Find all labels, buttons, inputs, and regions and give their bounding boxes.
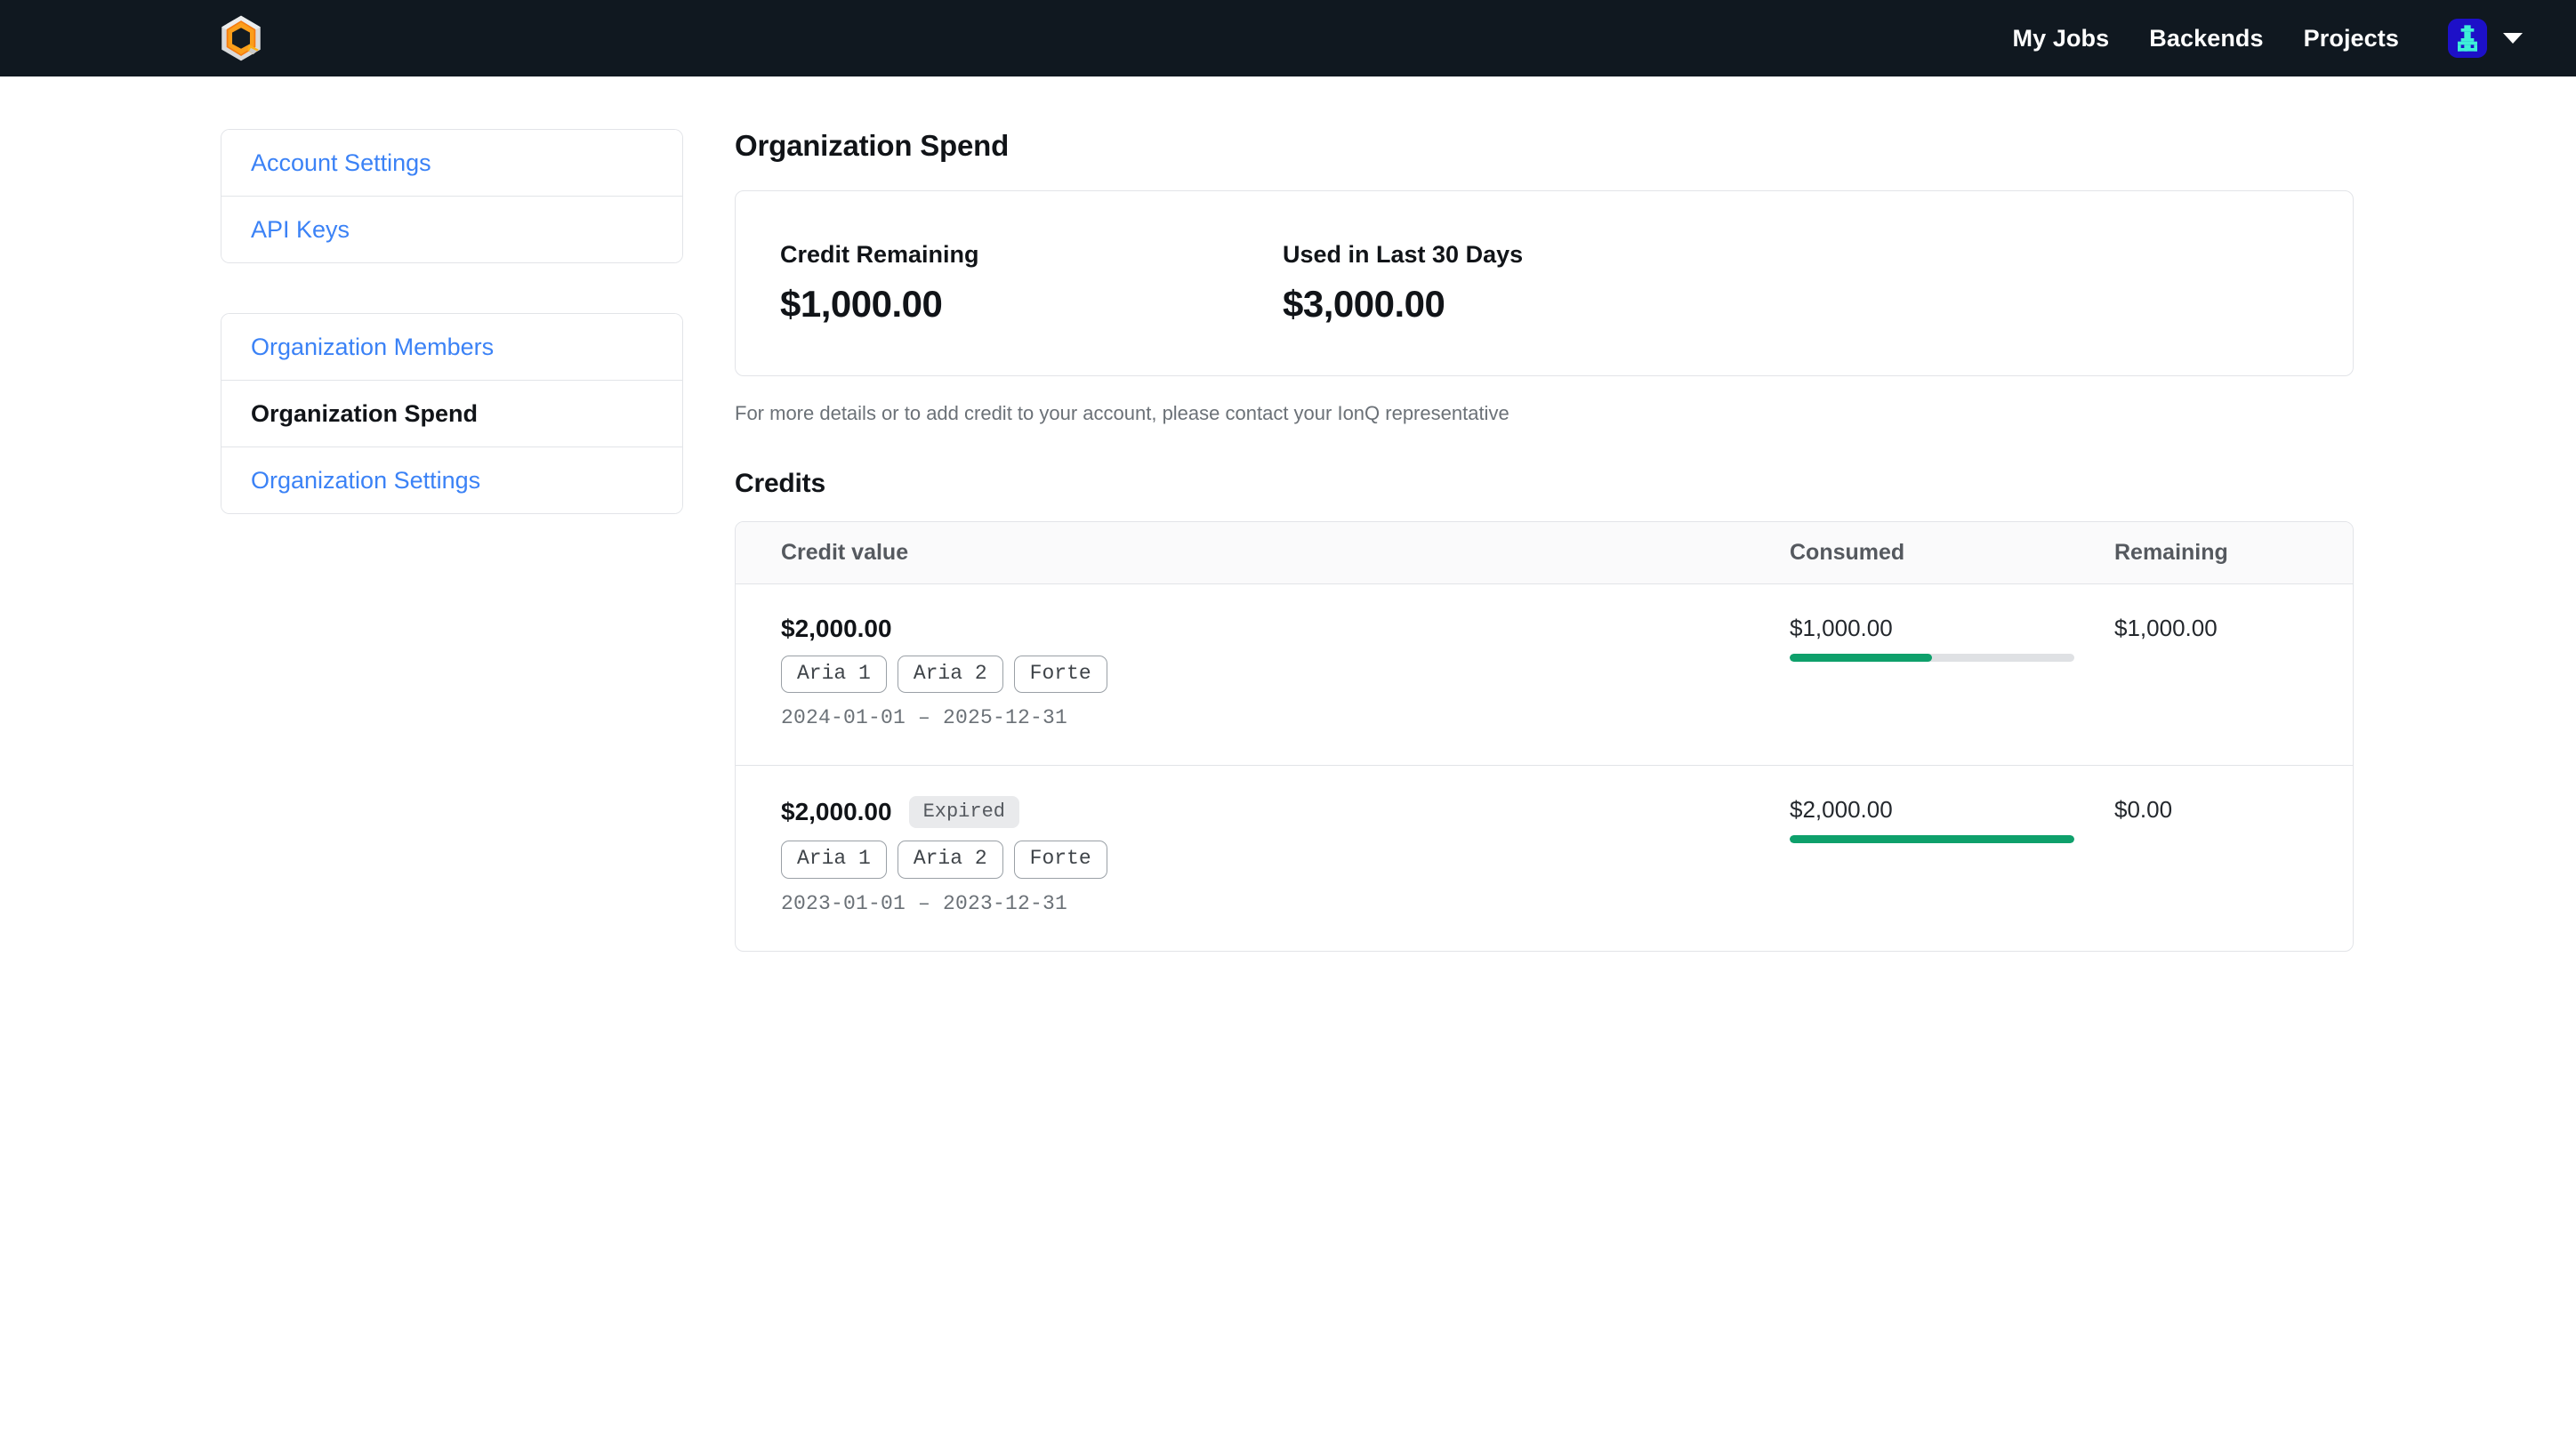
- table-row: $2,000.00 Aria 1 Aria 2 Forte 2024-01-01…: [736, 584, 2353, 767]
- sidebar-item-organization-spend[interactable]: Organization Spend: [221, 381, 682, 447]
- consumption-progress-fill: [1790, 835, 2074, 844]
- consumption-progress-bar: [1790, 835, 2074, 844]
- chevron-down-icon[interactable]: [2503, 33, 2523, 44]
- consumed-amount: $1,000.00: [1790, 615, 1893, 641]
- sidebar-item-organization-members[interactable]: Organization Members: [221, 314, 682, 381]
- credit-amount: $2,000.00: [781, 615, 892, 642]
- device-badge: Aria 2: [897, 656, 1003, 694]
- consumed-amount: $2,000.00: [1790, 796, 1893, 824]
- consumption-progress-fill: [1790, 654, 1932, 662]
- credits-table: Credit value Consumed Remaining $2,000.0…: [735, 521, 2354, 952]
- sidebar-item-organization-settings[interactable]: Organization Settings: [221, 447, 682, 513]
- nav-link-backends[interactable]: Backends: [2149, 25, 2263, 52]
- consumed-cell: $1,000.00: [1790, 615, 2114, 729]
- credits-section-title: Credits: [735, 469, 825, 498]
- nav-link-projects[interactable]: Projects: [2304, 25, 2399, 52]
- credit-remaining-stat: Credit Remaining $1,000.00: [780, 241, 1283, 326]
- consumption-progress-bar: [1790, 654, 2074, 662]
- used-last-30-days-label: Used in Last 30 Days: [1283, 241, 1524, 268]
- credit-date-range: 2023-01-01 – 2023-12-31: [781, 891, 1068, 915]
- remaining-cell: $0.00: [2114, 796, 2353, 914]
- device-badge: Aria 1: [781, 656, 887, 694]
- credit-value-cell: $2,000.00 Expired Aria 1 Aria 2 Forte 20…: [736, 796, 1790, 915]
- credit-value-cell: $2,000.00 Aria 1 Aria 2 Forte 2024-01-01…: [736, 615, 1790, 729]
- credit-amount: $2,000.00: [781, 798, 892, 826]
- credit-amount-row: $2,000.00: [781, 615, 1790, 643]
- device-badge-list: Aria 1 Aria 2 Forte: [781, 841, 1790, 879]
- consumed-cell: $2,000.00: [1790, 796, 2114, 914]
- navbar-right-group: My Jobs Backends Projects: [2013, 19, 2523, 58]
- credit-amount-row: $2,000.00 Expired: [781, 796, 1790, 829]
- device-badge: Aria 1: [781, 841, 887, 879]
- page-body: Account Settings API Keys Organization M…: [0, 76, 2576, 952]
- remaining-amount: $1,000.00: [2114, 615, 2218, 641]
- top-navbar: My Jobs Backends Projects: [0, 0, 2576, 76]
- page-title: Organization Spend: [735, 129, 1010, 162]
- used-last-30-days-value: $3,000.00: [1283, 283, 1445, 325]
- used-last-30-days-stat: Used in Last 30 Days $3,000.00: [1283, 241, 1785, 326]
- remaining-cell: $1,000.00: [2114, 615, 2353, 729]
- device-badge: Aria 2: [897, 841, 1003, 879]
- ionq-logo[interactable]: [213, 11, 269, 66]
- credit-remaining-value: $1,000.00: [780, 283, 943, 325]
- device-badge-list: Aria 1 Aria 2 Forte: [781, 656, 1790, 694]
- credit-date-range: 2024-01-01 – 2025-12-31: [781, 706, 1068, 730]
- column-header-remaining: Remaining: [2114, 540, 2228, 565]
- table-row: $2,000.00 Expired Aria 1 Aria 2 Forte 20…: [736, 766, 2353, 950]
- settings-sidebar: Account Settings API Keys Organization M…: [221, 129, 683, 952]
- credit-remaining-label: Credit Remaining: [780, 241, 979, 268]
- device-badge: Forte: [1013, 841, 1107, 879]
- ionq-logo-icon: [221, 15, 261, 61]
- credits-table-header: Credit value Consumed Remaining: [736, 522, 2353, 584]
- main-content: Organization Spend Credit Remaining $1,0…: [735, 129, 2354, 952]
- contact-representative-text: For more details or to add credit to you…: [735, 402, 1509, 424]
- nav-link-my-jobs[interactable]: My Jobs: [2013, 25, 2110, 52]
- sidebar-item-account-settings[interactable]: Account Settings: [221, 130, 682, 197]
- remaining-amount: $0.00: [2114, 796, 2173, 824]
- column-header-credit-value: Credit value: [781, 540, 909, 565]
- spend-summary-card: Credit Remaining $1,000.00 Used in Last …: [735, 190, 2354, 376]
- sidebar-group-organization: Organization Members Organization Spend …: [221, 313, 683, 514]
- user-avatar[interactable]: [2448, 19, 2487, 58]
- sidebar-item-api-keys[interactable]: API Keys: [221, 197, 682, 262]
- column-header-consumed: Consumed: [1790, 540, 1905, 565]
- user-menu[interactable]: [2448, 19, 2523, 58]
- sidebar-group-account: Account Settings API Keys: [221, 129, 683, 263]
- device-badge: Forte: [1013, 656, 1107, 694]
- status-badge: Expired: [908, 796, 1019, 829]
